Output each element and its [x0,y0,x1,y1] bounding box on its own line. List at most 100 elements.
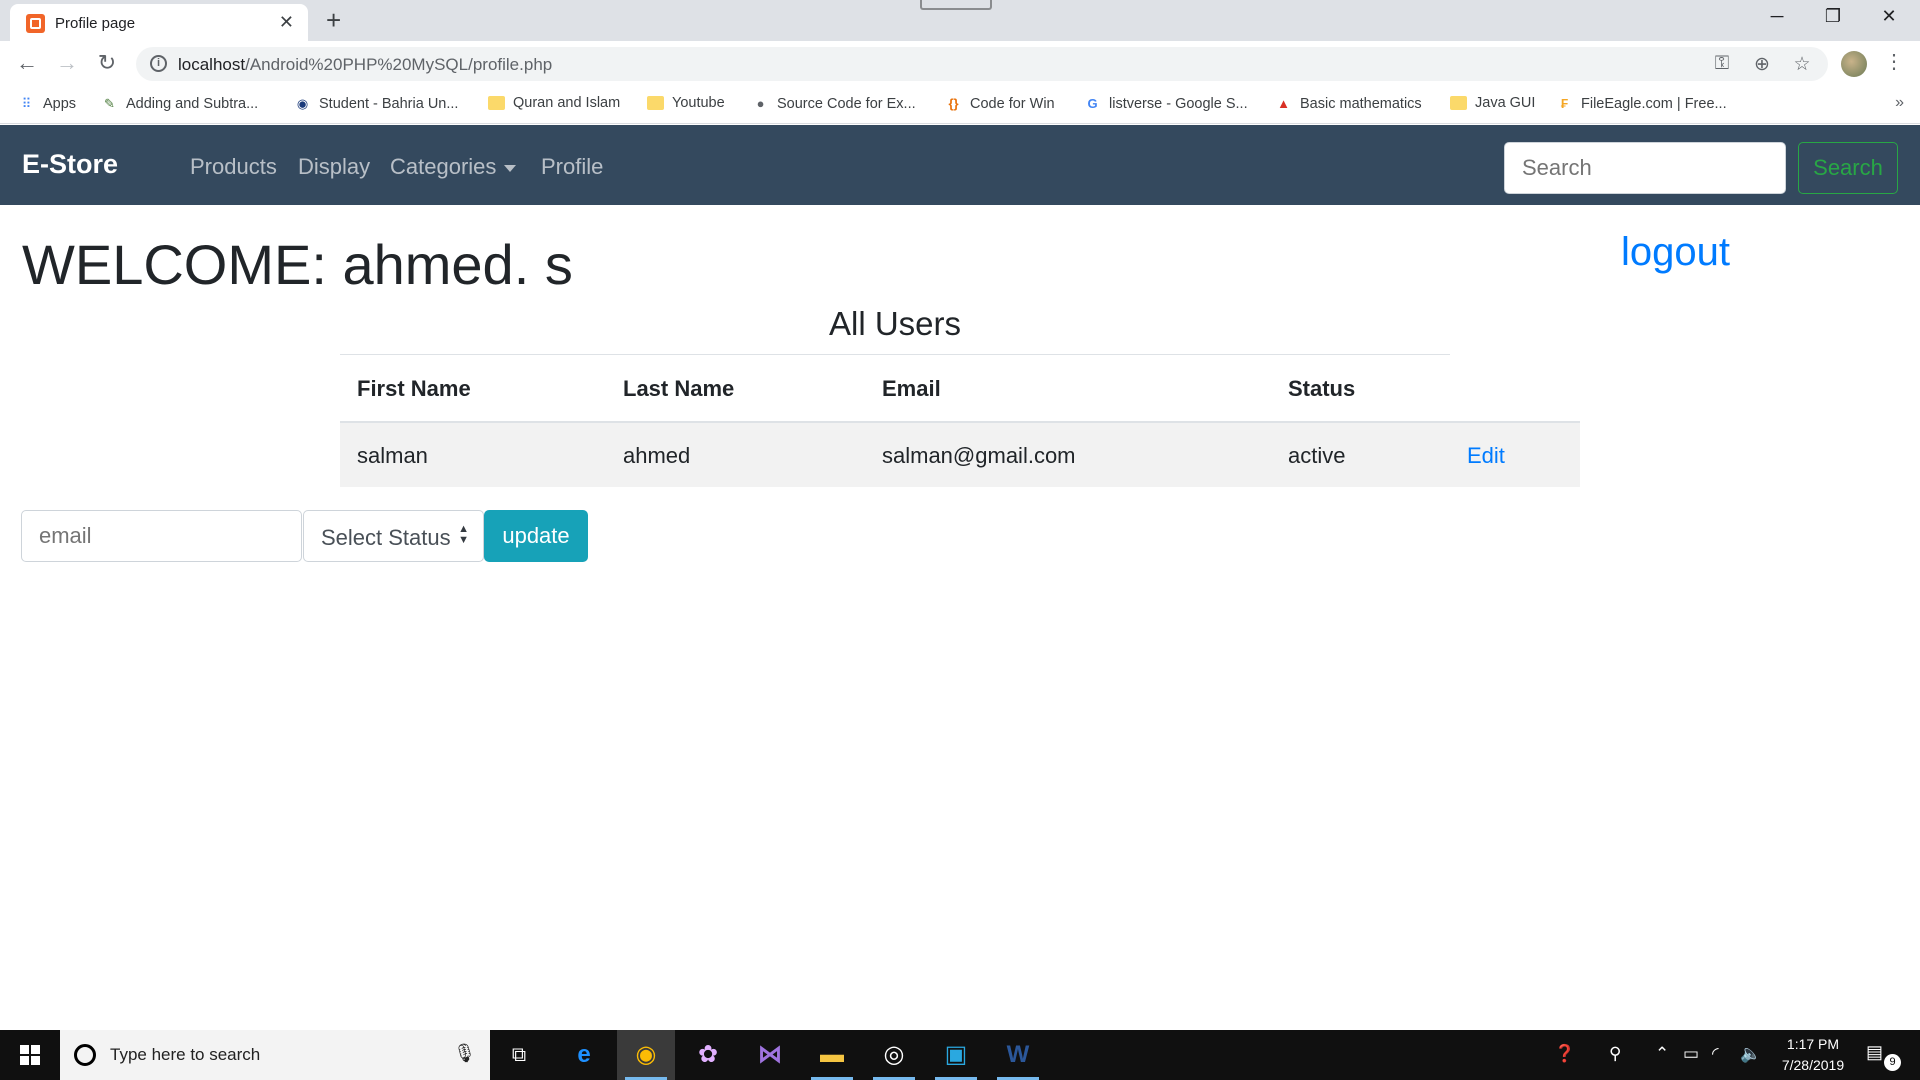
logout-link[interactable]: logout [1621,230,1730,275]
site-navbar: E-Store Products Display Categories Prof… [0,125,1920,205]
edge-browser-icon[interactable]: e [555,1030,613,1080]
bookmark-label: Source Code for Ex... [777,95,916,112]
reload-icon[interactable]: ↻ [93,50,121,76]
site-info-icon[interactable]: i [150,55,167,72]
tab-title: Profile page [55,15,136,32]
back-arrow-icon[interactable]: ← [13,50,41,76]
nav-link-products[interactable]: Products [190,154,277,180]
edit-link[interactable]: Edit [1467,443,1505,469]
more-menu-icon[interactable]: ⋮ [1884,49,1904,74]
url-text[interactable]: localhost/Android%20PHP%20MySQL/profile.… [178,55,552,75]
bookmark-item[interactable]: Quran and Islam [488,95,620,111]
braces-icon: {} [948,96,959,111]
folder-icon [488,96,505,110]
zoom-icon[interactable]: ⊕ [1750,53,1774,76]
start-button[interactable] [0,1030,60,1080]
bookmark-item[interactable]: ● Source Code for Ex... [752,95,916,112]
url-host: localhost [178,55,246,74]
table-header-row: First Name Last Name Email Status [340,355,1580,423]
bookmark-item[interactable]: G listverse - Google S... [1084,95,1248,112]
bookmark-label: listverse - Google S... [1109,95,1248,112]
browser-toolbar: ← → ↻ i localhost/Android%20PHP%20MySQL/… [0,41,1920,87]
update-button[interactable]: update [484,510,588,562]
bookmarks-bar: ⠿ Apps ✎ Adding and Subtra... ◉ Student … [0,87,1920,124]
cell-first-name: salman [357,443,428,468]
column-header-last-name: Last Name [623,376,735,401]
nav-link-display[interactable]: Display [298,154,370,180]
minimize-icon[interactable]: ─ [1754,6,1800,27]
bookmark-label: Code for Win [970,95,1055,112]
select-arrows-icon: ▲ ▼ [458,523,469,546]
table-title: All Users [828,305,962,342]
tab-close-icon[interactable]: ✕ [279,12,294,33]
nav-dropdown-categories[interactable]: Categories [390,154,517,180]
search-input[interactable] [1504,142,1786,194]
address-bar[interactable]: i localhost/Android%20PHP%20MySQL/profil… [136,47,1828,81]
nav-link-categories: Categories [390,154,497,179]
star-icon[interactable]: ☆ [1790,53,1814,76]
cell-last-name: ahmed [623,443,691,468]
profile-avatar[interactable] [1841,51,1867,77]
bookmark-label: Apps [43,95,77,112]
wifi-icon[interactable]: ◜ [1712,1044,1719,1064]
bookmark-item[interactable]: ◉ Student - Bahria Un... [294,95,459,112]
caret-down-icon [504,164,517,172]
bookmark-label: Quran and Islam [513,95,621,111]
browser-tab[interactable]: Profile page ✕ [10,4,308,41]
volume-icon[interactable]: 🔈 [1740,1044,1761,1064]
welcome-heading: WELCOME: ahmed. s [22,233,573,296]
bookmark-item[interactable]: Java GUI [1450,95,1535,111]
media-app-icon[interactable]: ◎ [865,1030,923,1080]
help-icon[interactable]: ❓ [1554,1044,1575,1064]
show-hidden-icons-chevron-icon[interactable]: ⌃ [1655,1044,1669,1064]
windows-logo-icon [20,1045,40,1065]
sublime-app-icon[interactable]: ▣ [927,1030,985,1080]
status-select[interactable]: Select Status ▲ ▼ [303,510,484,562]
task-view-icon[interactable]: ⧉ [490,1030,548,1080]
status-select-value: Select Status [321,525,451,550]
browser-tab-strip: Profile page ✕ + ─ ❐ ✕ [0,0,1920,41]
forward-arrow-icon[interactable]: → [53,50,81,76]
word-app-icon[interactable]: W [989,1030,1047,1080]
bookmark-label: FileEagle.com | Free... [1581,95,1727,112]
site-icon: ₣ [1560,96,1569,111]
chrome-browser-icon[interactable]: ◉ [617,1030,675,1080]
file-explorer-icon[interactable]: ▬ [803,1030,861,1080]
nav-link-profile[interactable]: Profile [541,154,603,180]
notification-badge: 9 [1884,1054,1901,1071]
bookmark-item[interactable]: ₣ FileEagle.com | Free... [1556,95,1727,112]
bookmark-item[interactable]: {} Code for Win [945,95,1055,112]
clock-date: 7/28/2019 [1781,1057,1845,1073]
people-icon[interactable]: ⚲ [1609,1044,1621,1064]
cell-email: salman@gmail.com [882,443,1076,468]
cortana-icon [74,1044,96,1066]
bookmark-item[interactable]: ✎ Adding and Subtra... [101,95,258,112]
triangle-icon: ▲ [1277,96,1290,111]
taskbar-search-box[interactable]: Type here to search 🎙 [60,1030,490,1080]
bookmarks-overflow-icon[interactable]: » [1895,94,1904,112]
taskbar-search-placeholder: Type here to search [110,1045,261,1064]
bookmark-item[interactable]: ▲ Basic mathematics [1275,95,1422,112]
bookmark-item[interactable]: Youtube [647,95,725,111]
brand-logo[interactable]: E-Store [22,149,118,180]
email-field[interactable] [21,510,302,562]
maximize-icon[interactable]: ❐ [1810,6,1856,27]
close-window-icon[interactable]: ✕ [1866,6,1912,27]
column-header-status: Status [1288,376,1356,401]
battery-icon[interactable]: ▭ [1683,1044,1699,1064]
column-header-first-name: First Name [357,376,471,401]
bookmark-label: Student - Bahria Un... [319,95,459,112]
visual-studio-icon[interactable]: ⋈ [741,1030,799,1080]
bookmark-apps[interactable]: ⠿ Apps [18,95,76,112]
system-clock[interactable]: 1:17 PM 7/28/2019 [1768,1034,1858,1076]
window-drag-handle[interactable] [920,0,992,10]
action-center-button[interactable]: ▤ 9 [1866,1042,1901,1071]
key-icon[interactable]: ⚿ [1710,53,1734,75]
folder-icon [647,96,664,110]
search-button[interactable]: Search [1798,142,1898,194]
new-tab-icon[interactable]: + [326,6,341,34]
microphone-icon[interactable]: 🎙 [453,1043,476,1064]
url-path: /Android%20PHP%20MySQL/profile.php [245,55,553,74]
bookmark-label: Youtube [672,95,725,111]
paint-app-icon[interactable]: ✿ [679,1030,737,1080]
